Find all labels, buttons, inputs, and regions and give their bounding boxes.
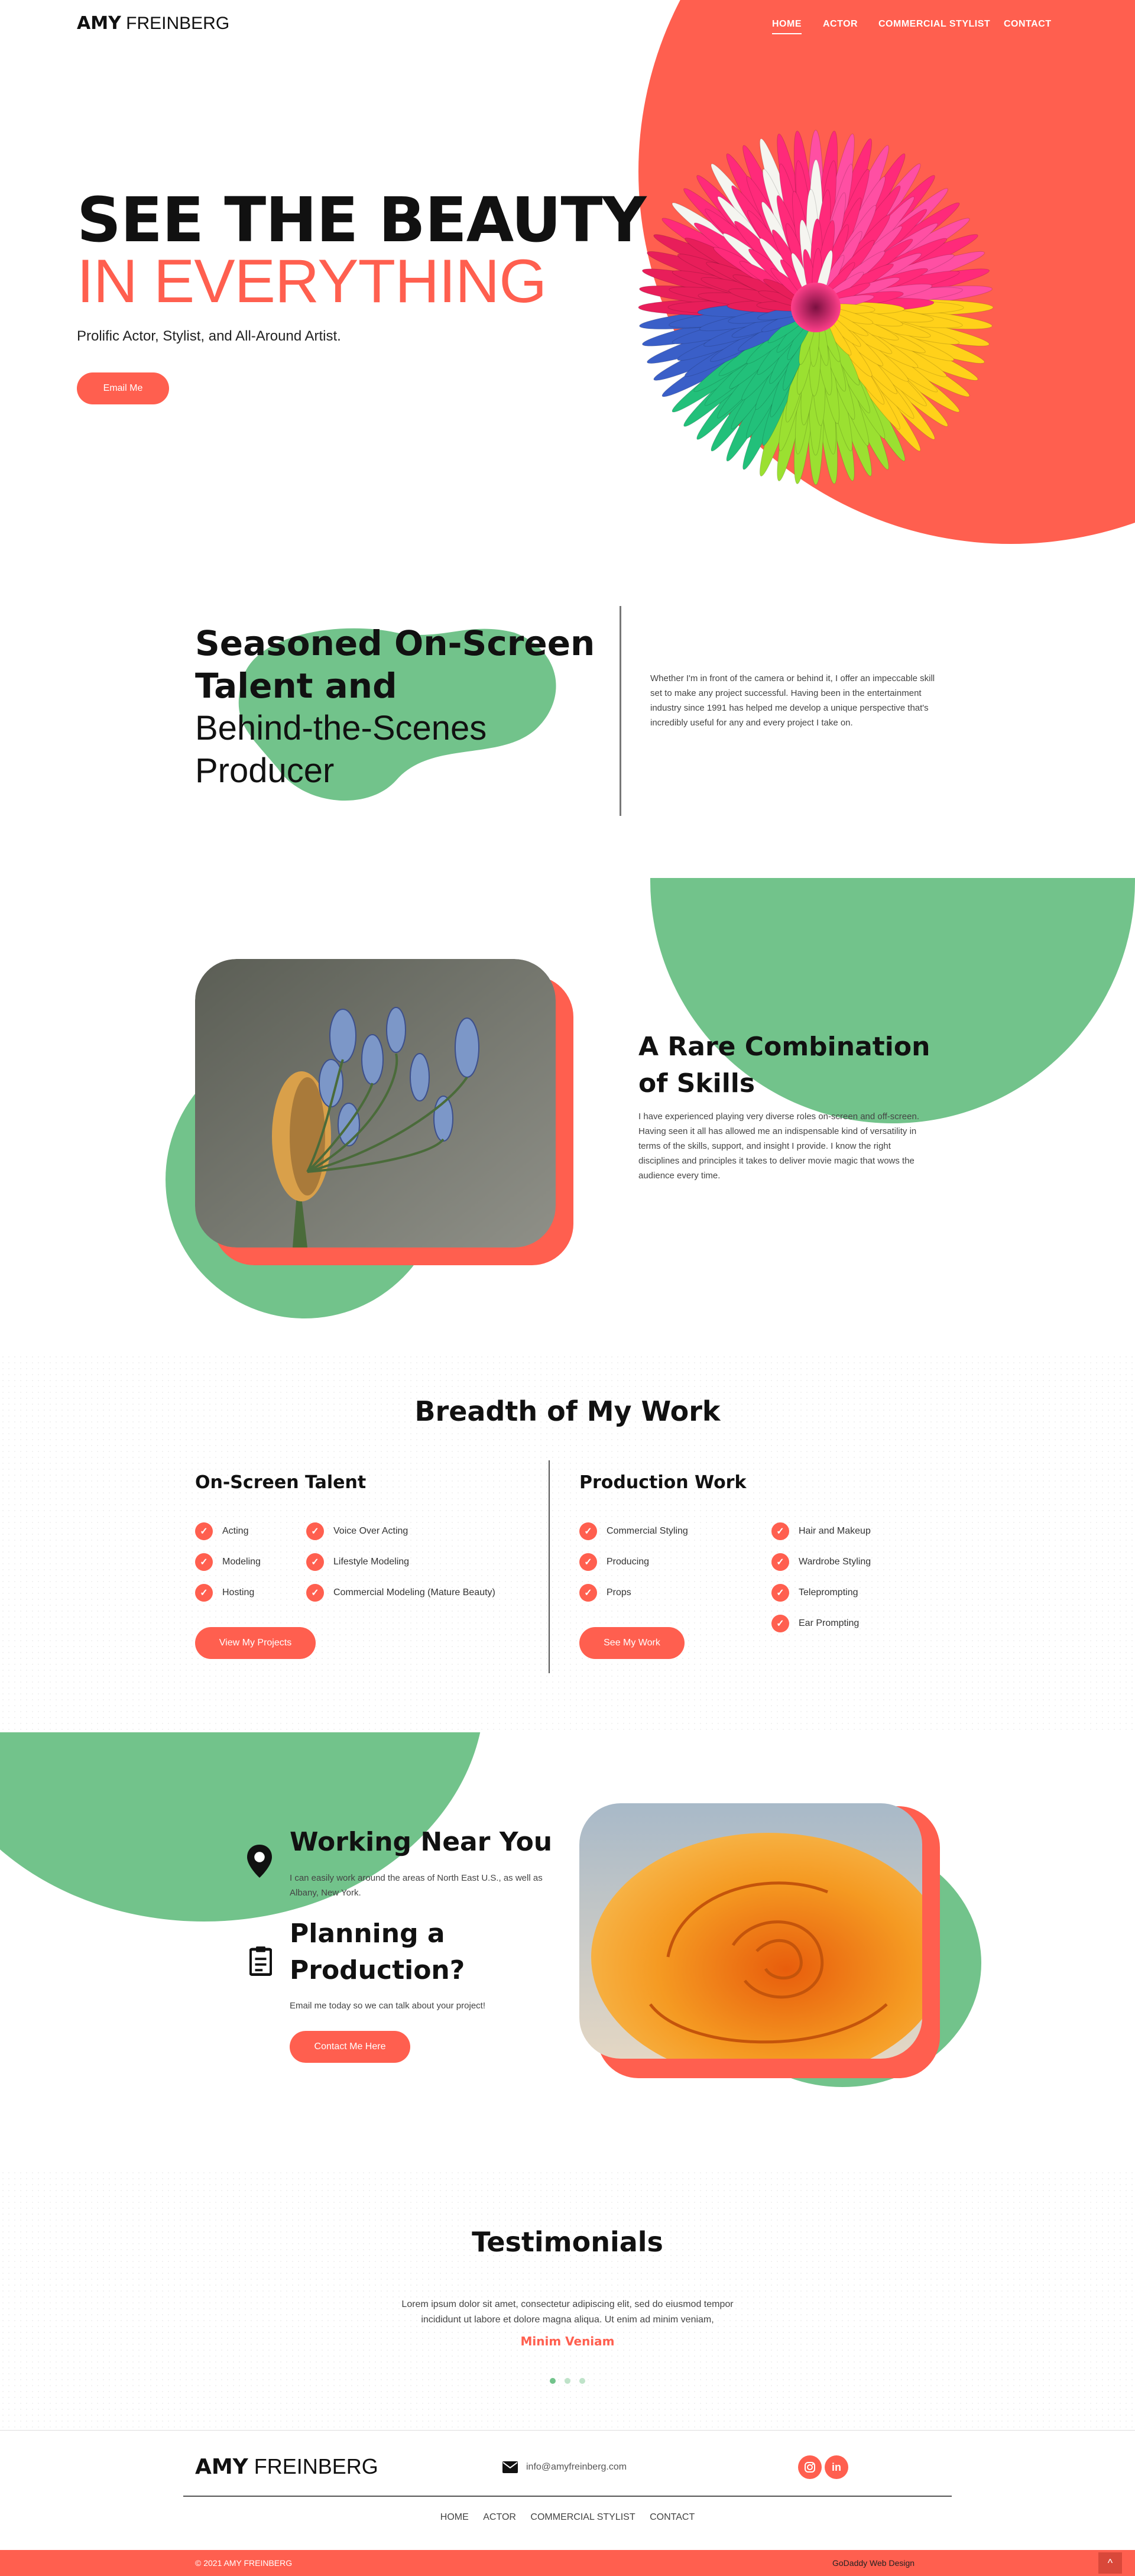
check-icon: ✓ xyxy=(771,1584,789,1602)
footer-link-commercial-stylist[interactable]: COMMERCIAL STYLIST xyxy=(530,2512,635,2522)
back-to-top-button[interactable]: ^ xyxy=(1098,2552,1122,2574)
footer-link-actor[interactable]: ACTOR xyxy=(483,2512,516,2522)
plan-text: Email me today so we can talk about your… xyxy=(290,2001,485,2011)
footer-nav: HOME ACTOR COMMERCIAL STYLIST CONTACT xyxy=(0,2512,1135,2523)
hero-flower-image xyxy=(638,129,994,485)
testimonial-quote-line2: incididunt ut labore et dolore magna ali… xyxy=(421,2315,714,2325)
item-label: Wardrobe Styling xyxy=(799,1557,871,1567)
footer-divider xyxy=(183,2496,952,2497)
item-label: Props xyxy=(607,1587,631,1598)
item-label: Commercial Styling xyxy=(607,1526,688,1536)
skills-heading-2: of Skills xyxy=(638,1068,755,1099)
intro-text: Whether I'm in front of the camera or be… xyxy=(650,673,935,728)
contact-me-here-button[interactable]: Contact Me Here xyxy=(290,2031,410,2063)
hero-title-line2: IN EVERYTHING xyxy=(77,247,547,316)
item-label: Hair and Makeup xyxy=(799,1526,871,1536)
testimonials-section: Testimonials Lorem ipsum dolor sit amet,… xyxy=(0,2170,1135,2430)
chevron-up-icon: ^ xyxy=(1107,2556,1113,2569)
check-icon: ✓ xyxy=(195,1584,213,1602)
check-icon: ✓ xyxy=(771,1615,789,1632)
footer-email[interactable]: info@amyfreinberg.com xyxy=(526,2462,627,2473)
nav-contact[interactable]: CONTACT xyxy=(1004,19,1052,30)
nav-commercial-stylist[interactable]: COMMERCIAL STYLIST xyxy=(878,19,990,30)
item-label: Producing xyxy=(607,1557,650,1567)
footer-link-home[interactable]: HOME xyxy=(440,2512,469,2522)
brand-logo[interactable]: AMY FREINBERG xyxy=(77,13,229,34)
intro-heading-light-2: Producer xyxy=(195,751,335,790)
check-icon: ✓ xyxy=(579,1553,597,1571)
agapanthus-flower-image xyxy=(195,959,556,1248)
item-label: Ear Prompting xyxy=(799,1618,860,1628)
check-icon: ✓ xyxy=(195,1553,213,1571)
nav-home[interactable]: HOME xyxy=(772,19,802,34)
brand-bold: AMY xyxy=(77,13,121,34)
item-label: Lifestyle Modeling xyxy=(333,1557,410,1567)
instagram-icon[interactable] xyxy=(798,2455,822,2479)
intro-heading-light-1: Behind-the-Scenes xyxy=(195,709,487,747)
near-heading: Working Near You xyxy=(290,1827,553,1857)
copyright: © 2021 AMY FREINBERG xyxy=(195,2558,293,2568)
item-label: Hosting xyxy=(222,1587,255,1598)
footer-bottom-bar: © 2021 AMY FREINBERG GoDaddy Web Design … xyxy=(0,2550,1135,2576)
check-icon: ✓ xyxy=(306,1553,324,1571)
map-pin-icon xyxy=(247,1845,272,1878)
hero-section: AMY FREINBERG HOME ACTOR COMMERCIAL STYL… xyxy=(0,0,1135,550)
item-label: Acting xyxy=(222,1526,249,1536)
footer-brand[interactable]: AMY FREINBERG xyxy=(195,2454,378,2479)
work-title: Breadth of My Work xyxy=(414,1395,721,1427)
item-label: Teleprompting xyxy=(799,1587,858,1598)
carousel-dot-active[interactable] xyxy=(550,2378,556,2384)
work-section: Breadth of My Work On-Screen Talent ✓ Ac… xyxy=(0,1354,1135,1732)
testimonials-title: Testimonials xyxy=(472,2226,663,2258)
plan-heading-1: Planning a xyxy=(290,1919,445,1949)
carousel-dot[interactable] xyxy=(579,2378,585,2384)
see-my-work-button[interactable]: See My Work xyxy=(579,1627,685,1659)
footer-brand-bold: AMY xyxy=(195,2455,248,2479)
clipboard-icon xyxy=(249,1946,272,1976)
linkedin-icon[interactable]: in xyxy=(825,2455,848,2479)
plan-heading-2: Production? xyxy=(290,1955,465,1985)
skills-text: I have experienced playing very diverse … xyxy=(638,1112,919,1181)
check-icon: ✓ xyxy=(579,1522,597,1540)
near-section: Working Near You I can easily work aroun… xyxy=(0,1732,1135,2170)
check-icon: ✓ xyxy=(771,1553,789,1571)
testimonial-author: Minim Veniam xyxy=(520,2334,615,2348)
item-label: Modeling xyxy=(222,1557,261,1567)
check-icon: ✓ xyxy=(771,1522,789,1540)
item-label: Voice Over Acting xyxy=(333,1526,408,1536)
nav-actor[interactable]: ACTOR xyxy=(823,19,858,30)
footer: AMY FREINBERG info@amyfreinberg.com in H… xyxy=(0,2430,1135,2576)
skills-heading-1: A Rare Combination xyxy=(638,1032,930,1062)
brand-light: FREINBERG xyxy=(126,14,230,33)
testimonial-quote-line1: Lorem ipsum dolor sit amet, consectetur … xyxy=(401,2299,734,2309)
check-icon: ✓ xyxy=(306,1522,324,1540)
hero-title-line1: SEE THE BEAUTY xyxy=(77,184,647,256)
production-title: Production Work xyxy=(579,1472,747,1493)
work-divider xyxy=(549,1460,550,1673)
check-icon: ✓ xyxy=(579,1584,597,1602)
intro-heading-bold-1: Seasoned On-Screen xyxy=(195,623,595,663)
intro-divider xyxy=(620,606,621,816)
rose-image xyxy=(579,1803,922,2059)
item-label: Commercial Modeling (Mature Beauty) xyxy=(333,1587,495,1598)
check-icon: ✓ xyxy=(306,1584,324,1602)
intro-heading-bold-2: Talent and xyxy=(195,666,397,706)
footer-brand-light: FREINBERG xyxy=(254,2454,378,2478)
carousel-dot[interactable] xyxy=(565,2378,570,2384)
email-me-button[interactable]: Email Me xyxy=(77,372,169,404)
view-my-projects-button[interactable]: View My Projects xyxy=(195,1627,316,1659)
check-icon: ✓ xyxy=(195,1522,213,1540)
onscreen-title: On-Screen Talent xyxy=(195,1472,367,1493)
envelope-icon xyxy=(502,2461,518,2473)
near-text: I can easily work around the areas of No… xyxy=(290,1873,543,1898)
godaddy-credit-link[interactable]: GoDaddy Web Design xyxy=(832,2558,915,2568)
hero-subtitle: Prolific Actor, Stylist, and All-Around … xyxy=(77,328,341,344)
footer-link-contact[interactable]: CONTACT xyxy=(650,2512,695,2522)
